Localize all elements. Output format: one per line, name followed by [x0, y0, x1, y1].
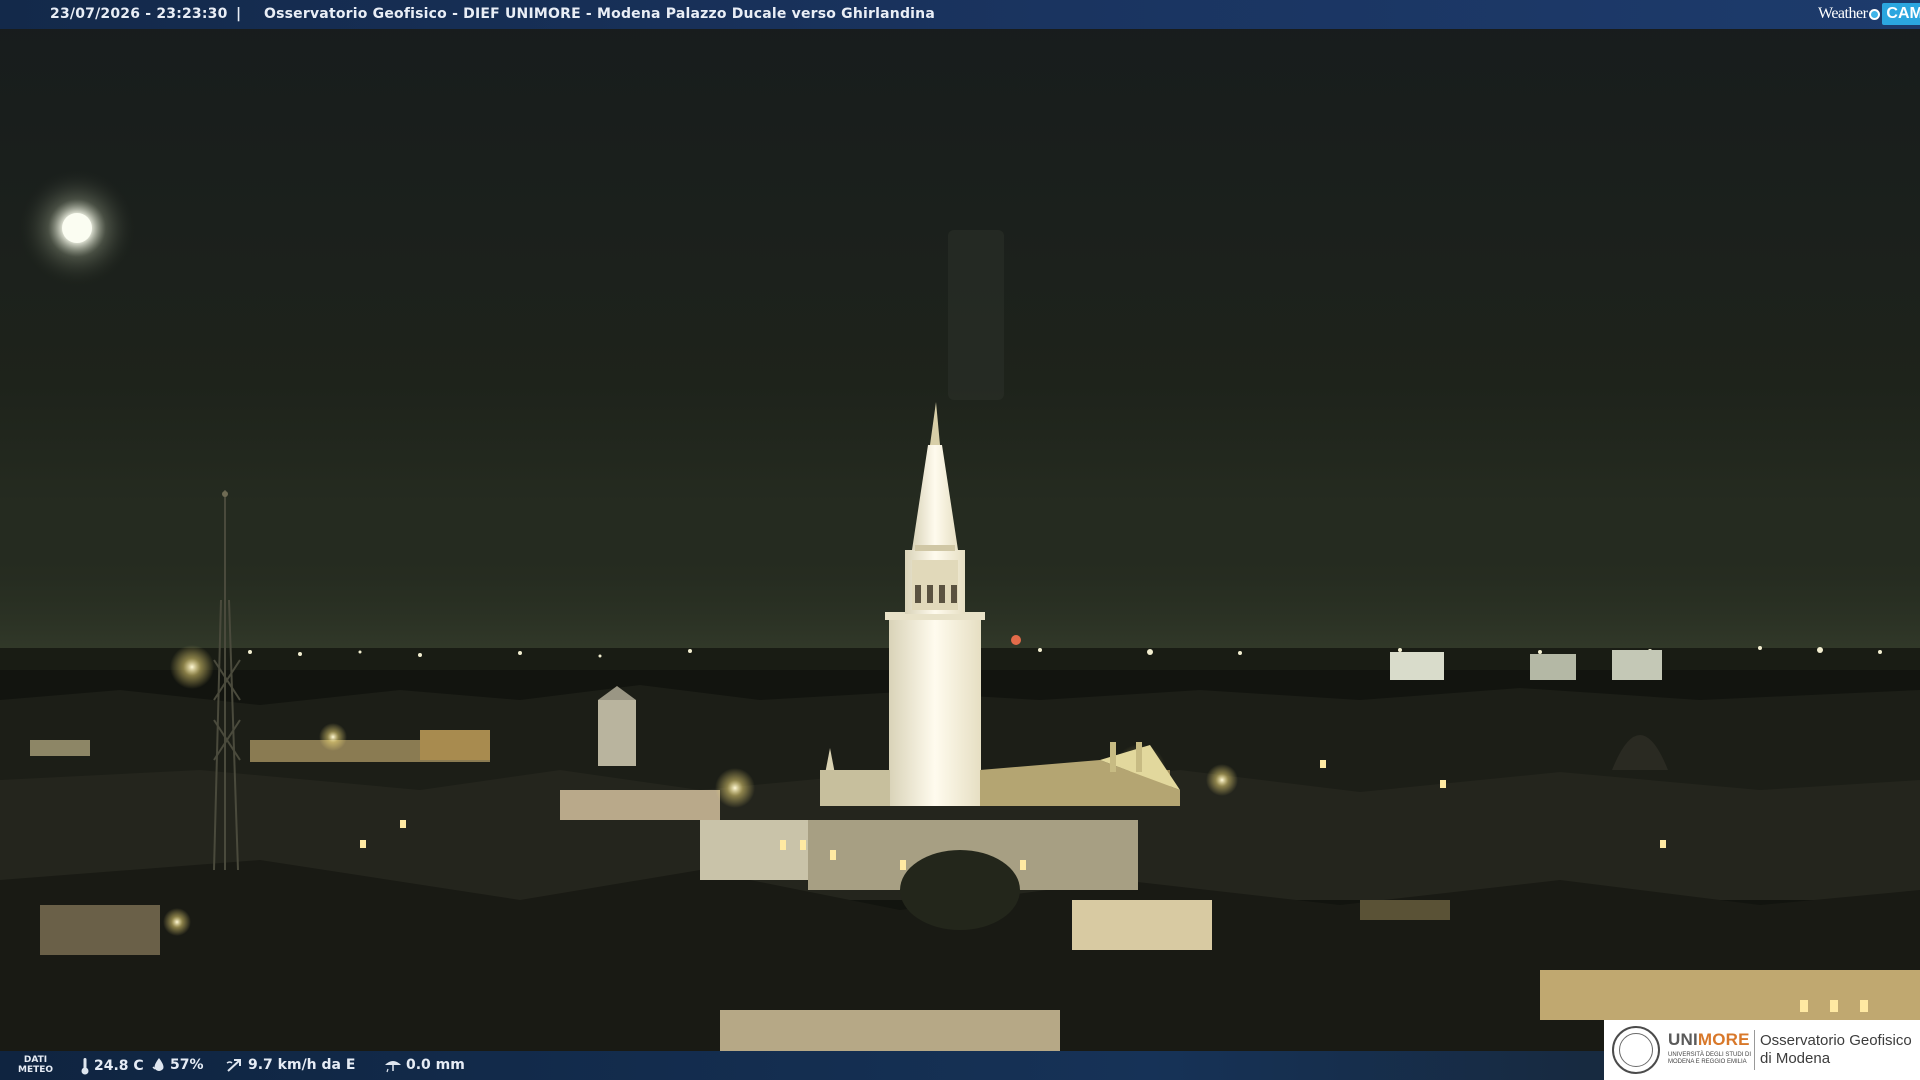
university-subtitle: UNIVERSITÀ DEGLI STUDI DI MODENA E REGGI…	[1668, 1052, 1752, 1065]
webcam-image	[0, 0, 1920, 1080]
wind-value: 9.7 km/h da E	[248, 1057, 356, 1073]
weathercam-logo: Weather CAM	[1818, 2, 1920, 26]
unimore-logo-badge: UNIMORE UNIVERSITÀ DEGLI STUDI DI MODENA…	[1604, 1020, 1920, 1080]
temperature-value: 24.8 C	[94, 1058, 144, 1074]
weather-label: DATI METEO	[18, 1055, 54, 1075]
caption-bar: 23/07/2026 - 23:23:30 | Osservatorio Geo…	[0, 0, 1920, 29]
rain-gauge-icon	[385, 1061, 401, 1073]
thermometer-icon	[81, 1058, 89, 1075]
temperature-reading: 24.8 C	[80, 1057, 144, 1075]
wind-icon	[226, 1059, 241, 1072]
unimore-wordmark: UNIMORE	[1668, 1030, 1750, 1049]
wind-reading: 9.7 km/h da E	[226, 1057, 355, 1073]
timestamp: 23/07/2026 - 23:23:30	[50, 6, 228, 22]
logo-weather-text: Weather	[1818, 5, 1868, 22]
university-seal-icon	[1612, 1026, 1660, 1074]
humidity-value: 57%	[170, 1057, 204, 1073]
humidity-reading: 57%	[152, 1057, 204, 1073]
logo-dot-icon	[1869, 8, 1881, 20]
humidity-drop-icon	[152, 1058, 164, 1071]
caption-separator: |	[236, 6, 242, 22]
badge-divider	[1754, 1030, 1755, 1070]
observatory-name: Osservatorio Geofisico di Modena	[1760, 1032, 1912, 1067]
rain-value: 0.0 mm	[406, 1057, 465, 1073]
camera-title: Osservatorio Geofisico - DIEF UNIMORE - …	[264, 6, 935, 22]
rain-reading: 0.0 mm	[384, 1057, 465, 1073]
logo-cam-text: CAM	[1882, 3, 1920, 25]
